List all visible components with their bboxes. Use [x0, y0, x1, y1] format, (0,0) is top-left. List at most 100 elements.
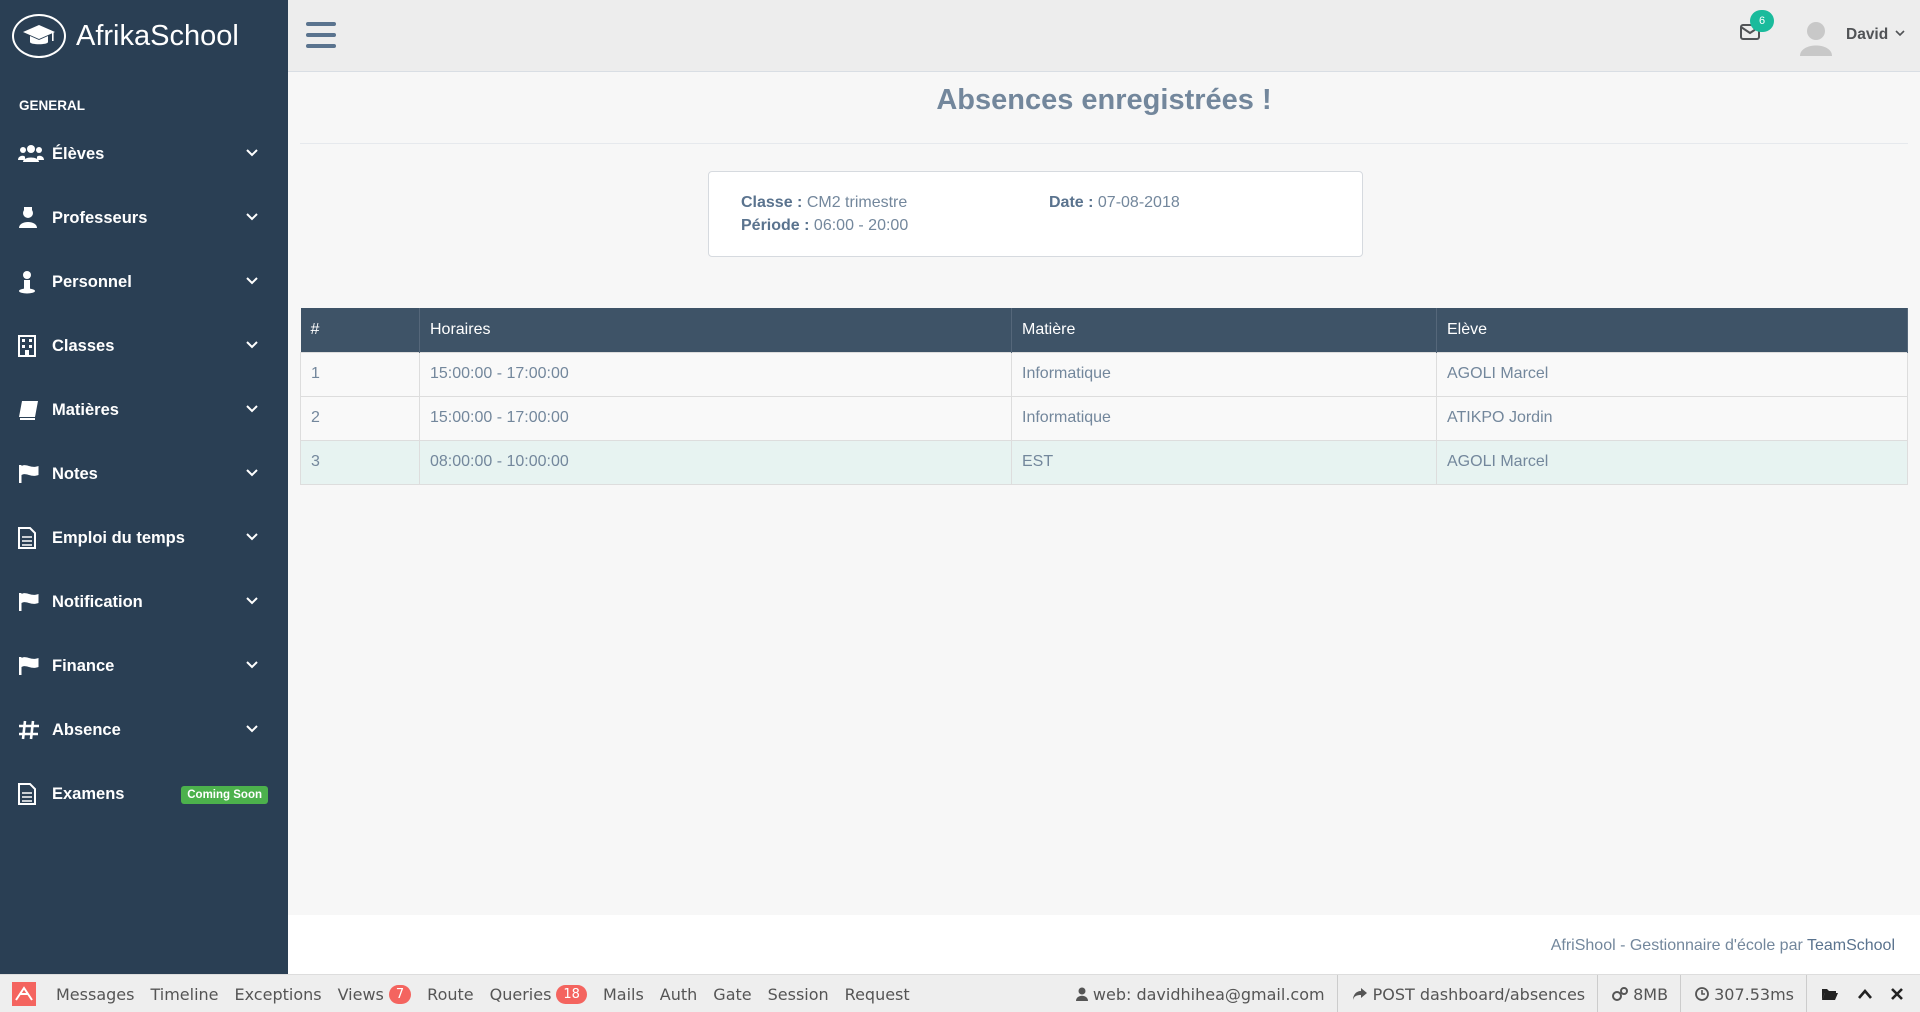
info-classe: Classe : CM2 trimestre	[741, 194, 907, 212]
debugbar: Messages Timeline Exceptions Views 7 Rout…	[0, 974, 1920, 1012]
table-cell: 08:00:00 - 10:00:00	[419, 439, 1012, 485]
chevron-down-icon	[246, 405, 258, 413]
table-cell: Informatique	[1011, 395, 1437, 441]
debugbar-divider	[1680, 975, 1682, 1012]
sidebar-item-emploi-du-temps[interactable]: Emploi du temps	[0, 506, 288, 570]
sidebar-item-examens[interactable]: Examens Coming Soon	[0, 762, 288, 826]
table-cell: AGOLI Marcel	[1436, 351, 1908, 397]
graduation-cap-icon	[12, 14, 66, 58]
info-periode-value: 06:00 - 20:00	[813, 217, 909, 234]
debugbar-tab-queries[interactable]: Queries 18	[489, 984, 587, 1004]
chevron-up-icon[interactable]	[1858, 989, 1877, 999]
debugbar-tab-timeline[interactable]: Timeline	[150, 985, 218, 1004]
folder-open-icon[interactable]	[1821, 987, 1844, 1001]
table-row[interactable]: 3 08:00:00 - 10:00:00 EST AGOLI Marcel	[300, 439, 1908, 485]
debugbar-tab-label: Views	[337, 984, 384, 1004]
footer-link[interactable]: TeamSchool	[1807, 937, 1895, 954]
sidebar-item-classes[interactable]: Classes	[0, 314, 288, 378]
chevron-down-icon	[246, 341, 258, 349]
debugbar-divider	[1806, 975, 1807, 1012]
debugbar-divider	[1597, 975, 1599, 1012]
table-row[interactable]: 1 15:00:00 - 17:00:00 Informatique AGOLI…	[300, 351, 1908, 397]
debugbar-user: web: davidhihea@gmail.com	[1075, 984, 1325, 1004]
sidebar-menu: Élèves Professeurs Personnel Classes Mat…	[0, 122, 288, 826]
staff-icon	[18, 270, 46, 294]
debugbar-user-value: web: davidhihea@gmail.com	[1092, 984, 1325, 1004]
table-row[interactable]: 2 15:00:00 - 17:00:00 Informatique ATIKP…	[300, 395, 1908, 441]
debugbar-memory-value: 8MB	[1633, 984, 1669, 1004]
sidebar-item-personnel[interactable]: Personnel	[0, 250, 288, 314]
table-cell: EST	[1011, 439, 1437, 485]
chevron-down-icon	[246, 149, 258, 157]
flag-icon	[18, 654, 46, 678]
user-name[interactable]: David	[1846, 26, 1888, 44]
hashtag-icon	[18, 718, 46, 742]
absences-table: # Horaires Matière Elève 1 15:00:00 - 17…	[300, 308, 1908, 485]
sidebar-item-label: Professeurs	[52, 208, 148, 227]
debugbar-tab-session[interactable]: Session	[768, 985, 829, 1004]
info-date-label: Date :	[1049, 194, 1094, 211]
coming-soon-badge: Coming Soon	[181, 786, 268, 804]
sidebar-item-notification[interactable]: Notification	[0, 570, 288, 634]
table-cell: 15:00:00 - 17:00:00	[419, 351, 1012, 397]
clock-icon	[1695, 987, 1709, 1001]
file-icon	[18, 526, 46, 550]
sidebar-item-label: Absence	[52, 720, 121, 739]
debugbar-tab-request[interactable]: Request	[845, 985, 910, 1004]
sidebar-item-matieres[interactable]: Matières	[0, 378, 288, 442]
teacher-icon	[18, 206, 46, 230]
sidebar-item-label: Examens	[52, 784, 125, 803]
debugbar-route-value: POST dashboard/absences	[1372, 984, 1586, 1004]
avatar[interactable]	[1800, 20, 1832, 56]
sidebar-item-absence[interactable]: Absence	[0, 698, 288, 762]
chevron-down-icon[interactable]	[1895, 30, 1905, 37]
close-icon[interactable]	[1891, 988, 1908, 1000]
info-date: Date : 07-08-2018	[1049, 194, 1180, 212]
table-cell: 15:00:00 - 17:00:00	[419, 395, 1012, 441]
debugbar-tab-messages[interactable]: Messages	[56, 985, 134, 1004]
queries-count-badge: 18	[556, 984, 587, 1004]
table-cell: ATIKPO Jordin	[1436, 395, 1908, 441]
debugbar-tab-gate[interactable]: Gate	[713, 985, 751, 1004]
chevron-down-icon	[246, 533, 258, 541]
column-header: Horaires	[419, 308, 1012, 352]
footer: AfriShool - Gestionnaire d'école par Tea…	[288, 915, 1920, 974]
sidebar-item-label: Élèves	[52, 144, 105, 163]
sidebar-item-finance[interactable]: Finance	[0, 634, 288, 698]
top-navbar: 6 David	[288, 0, 1920, 72]
sidebar-item-label: Emploi du temps	[52, 528, 185, 547]
table-cell: 3	[300, 439, 420, 485]
title-divider	[300, 143, 1908, 144]
debugbar-tab-exceptions[interactable]: Exceptions	[235, 985, 322, 1004]
debugbar-tab-label: Queries	[489, 984, 552, 1004]
table-cell: 1	[300, 351, 420, 397]
info-periode-label: Période :	[741, 217, 810, 234]
sidebar-item-professeurs[interactable]: Professeurs	[0, 186, 288, 250]
building-icon	[18, 334, 46, 358]
info-date-value: 07-08-2018	[1097, 194, 1180, 211]
chevron-down-icon	[246, 213, 258, 221]
footer-credit: AfriShool - Gestionnaire d'école par	[1550, 937, 1803, 954]
cogs-icon	[1612, 987, 1629, 1001]
debugbar-tab-views[interactable]: Views 7	[337, 984, 412, 1004]
flag-icon	[18, 462, 46, 486]
laravel-logo-icon[interactable]	[10, 980, 38, 1008]
debugbar-tabs: Messages Timeline Exceptions Views 7 Rout…	[48, 975, 918, 1012]
debugbar-tab-route[interactable]: Route	[427, 985, 473, 1004]
views-count-badge: 7	[388, 984, 412, 1004]
sidebar-item-label: Notes	[52, 464, 98, 483]
debugbar-tab-auth[interactable]: Auth	[660, 985, 698, 1004]
column-header: #	[300, 308, 420, 352]
sidebar-item-notes[interactable]: Notes	[0, 442, 288, 506]
debugbar-time: 307.53ms	[1695, 985, 1794, 1004]
sidebar-item-eleves[interactable]: Élèves	[0, 122, 288, 186]
info-panel: Classe : CM2 trimestre Période : 06:00 -…	[708, 171, 1363, 257]
debugbar-tab-mails[interactable]: Mails	[603, 985, 644, 1004]
sidebar-item-label: Personnel	[52, 272, 132, 291]
menu-toggle-icon[interactable]	[306, 22, 336, 48]
debugbar-status: web: davidhihea@gmail.com POST dashboard…	[1062, 975, 1908, 1012]
chevron-down-icon	[246, 469, 258, 477]
share-icon	[1352, 988, 1367, 1000]
brand[interactable]: AfrikaSchool	[0, 0, 288, 72]
column-header: Matière	[1011, 308, 1437, 352]
